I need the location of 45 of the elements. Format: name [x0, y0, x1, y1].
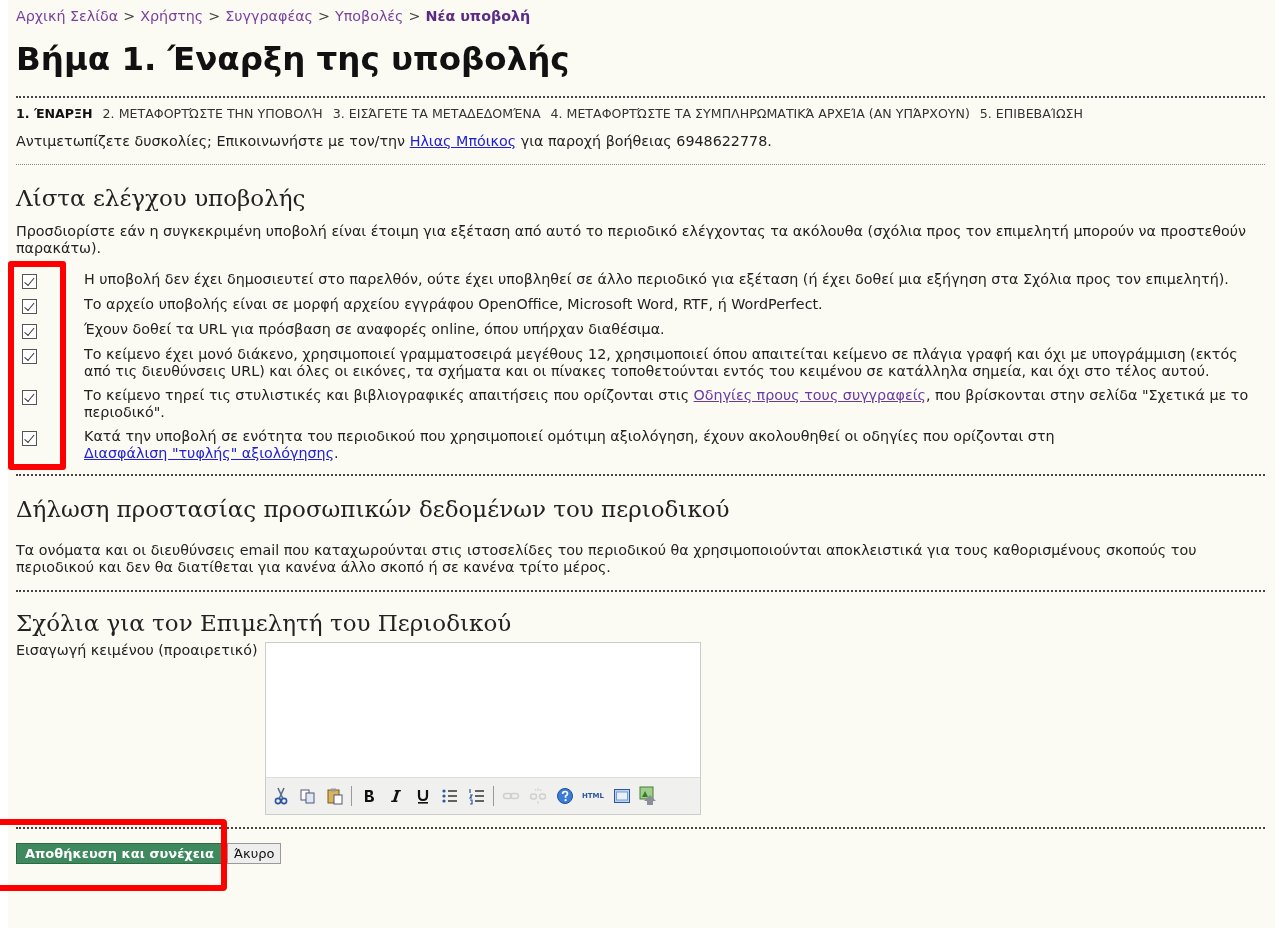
page-title: Βήμα 1. Έναρξη της υποβολής: [16, 40, 571, 78]
checklist-text: Έχουν δοθεί τα URL για πρόσβαση σε αναφορές online, όπου υπήρχαν διαθέσιμα.: [84, 321, 666, 339]
guideline-link[interactable]: Οδηγίες πρους τους συγγραφείς: [693, 387, 926, 403]
checklist-text: Το αρχείο υποβολής είναι σε μορφή αρχείου εγγράφου OpenOffice, Microsoft Word, RTF, ή WordPerfect.: [84, 296, 824, 314]
help-text: Αντιμετωπίζετε δυσκολίες; Επικοινωνήστε με τον/την Ηλιας Μπόικος για παροχή βοήθειας 6948622778.: [16, 133, 773, 150]
image-icon[interactable]: [638, 786, 659, 806]
breadcrumb-link[interactable]: Συγγραφέας: [225, 8, 313, 24]
step-link[interactable]: 5. ΕΠΙΒΕΒΑΊΩΣΗ: [979, 106, 1084, 121]
breadcrumb-link[interactable]: Υποβολές: [334, 8, 404, 24]
intro-text: Προσδιορίστε εάν η συγκεκριμένη υποβολή είναι έτοιμη για εξέταση από αυτό το περιοδικό ελέγχοντας τα ακόλουθα (σχόλια προς τον επιμελητή μπορούν να προστεθούν παρακάτω).: [16, 223, 1248, 257]
numbers-icon[interactable]: [466, 786, 487, 806]
section-heading: Σχόλια για τον Επιμελητή του Περιοδικού: [16, 610, 513, 636]
breadcrumb-link[interactable]: Αρχική Σελίδα: [16, 8, 119, 24]
breadcrumb-separator: >: [123, 8, 136, 24]
section-heading: Λίστα ελέγχου υποβολής: [16, 185, 307, 211]
checklist-text: Η υποβολή δεν έχει δημοσιευτεί στο παρελθόν, ούτε έχει υποβληθεί σε άλλο περιοδικό για εξέταση (ή έχει δοθεί μια εξήγηση στα Σχόλια προς τον επιμελητή).: [84, 271, 1230, 289]
checklist-text: Το κείμενο έχει μονό διάκενο, χρησιμοποιεί γραμματοσειρά μεγέθους 12, χρησιμοποιεί όπου απαιτείται κείμενο σε πλάγια γραφή και όχι με υπογράμμιση (εκτός από τις διευθύνσεις URL) και όλες οι εικόνες, τα σχήματα και οι πίνακες τοποθετούνται εντός του κειμένου σε κατάλληλα σημεία, και όχι στο τέλος αυτού.: [84, 346, 1239, 380]
guideline-link[interactable]: Διασφάλιση "τυφλής" αξιολόγησης: [84, 445, 335, 461]
field-label: Εισαγωγή κειμένου (προαιρετικό): [16, 642, 259, 660]
step-link[interactable]: 2. ΜΕΤΑΦΟΡΤΏΣΤΕ ΤΗΝ ΥΠΟΒΟΛΉ: [102, 106, 323, 121]
checkbox[interactable]: [22, 274, 37, 289]
checkbox[interactable]: [22, 299, 37, 314]
section-heading: Δήλωση προστασίας προσωπικών δεδομένων του περιοδικού: [16, 496, 731, 522]
breadcrumb-link[interactable]: Χρήστης: [140, 8, 204, 24]
paste-icon[interactable]: [324, 786, 345, 806]
copy-icon[interactable]: [297, 786, 318, 806]
breadcrumb-current: Νέα υποβολή: [425, 8, 531, 24]
help-icon[interactable]: [554, 786, 575, 806]
checkbox[interactable]: [22, 349, 37, 364]
cancel-button[interactable]: Άκυρο: [227, 843, 282, 864]
fullscreen-icon[interactable]: [611, 786, 632, 806]
checkbox[interactable]: [22, 324, 37, 339]
step-link[interactable]: 3. ΕΙΣΆΓΕΤΕ ΤΑ ΜΕΤΑΔΕΔΟΜΈΝΑ: [332, 106, 541, 121]
checkbox[interactable]: [22, 390, 37, 405]
breadcrumb-separator: >: [208, 8, 221, 24]
breadcrumb-separator: >: [317, 8, 330, 24]
breadcrumb-separator: >: [408, 8, 421, 24]
step-link[interactable]: 4. ΜΕΤΑΦΟΡΤΏΣΤΕ ΤΑ ΣΥΜΠΛΗΡΩΜΑΤΙΚΆ ΑΡΧΕΊΑ (ΑΝ ΥΠΆΡΧΟΥΝ): [550, 106, 970, 121]
checklist-text: Κατά την υποβολή σε ενότητα του περιοδικού που χρησιμοποιεί ομότιμη αξιολόγηση, έχουν ακολουθηθεί οι οδηγίες που ορίζονται στη Διασφάλιση "τυφλής" αξιολόγησης.: [84, 428, 1056, 462]
checklist-text: Το κείμενο τηρεί τις στυλιστικές και βιβλιογραφικές απαιτήσεις που ορίζονται στις Οδηγίες πρους τους συγγραφείς, που βρίσκονται στην σελίδα "Σχετικά με το περιοδικό".: [84, 387, 1250, 421]
privacy-text: Τα ονόματα και οι διευθύνσεις email που καταχωρούνται στις ιστοσελίδες του περιοδικού θα χρησιμοποιούνται αποκλειστικά για τους καθορισμένους σκοπούς του περιοδικού και δεν θα διατίθεται για κανένα άλλο σκοπό ή σε κανένα τρίτο μέρος.: [16, 542, 1198, 576]
contact-link[interactable]: Ηλιας Μπόικος: [409, 133, 517, 149]
step-link[interactable]: 1. ΈΝΑΡΞΗ: [16, 106, 93, 121]
save-button[interactable]: Αποθήκευση και συνέχεια: [16, 843, 223, 864]
checkbox[interactable]: [22, 431, 37, 446]
